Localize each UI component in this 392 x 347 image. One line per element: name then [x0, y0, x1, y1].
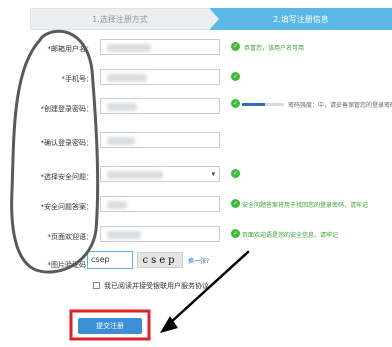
security-question-label: *选择安全问题：: [40, 173, 94, 181]
email-username-hint: 恭喜您，该用户名可用: [244, 45, 305, 52]
email-username-input[interactable]: [100, 39, 220, 55]
mobile-label: *手机号：: [61, 75, 94, 83]
agreement-checkbox[interactable]: [93, 282, 100, 289]
check-circle-icon: ✓: [231, 199, 240, 208]
captcha-image[interactable]: csep: [137, 252, 183, 268]
password-strength-track: [242, 103, 284, 106]
submit-button[interactable]: 提交注册: [78, 318, 142, 334]
mobile-input[interactable]: [100, 69, 220, 85]
check-circle-icon: ✓: [231, 229, 240, 238]
security-answer-label: *安全问题答案：: [40, 203, 94, 211]
annotation-arrow-head: [160, 316, 178, 333]
create-password-label: *创建登录密码：: [40, 105, 94, 113]
step-choose-method: 1.选择注册方式: [92, 14, 148, 24]
confirm-password-label: *确认登录密码：: [40, 139, 94, 147]
captcha-input[interactable]: csep: [87, 251, 133, 269]
step-fill-info: 2.填写注册信息: [209, 8, 392, 30]
check-circle-icon: ✓: [231, 72, 240, 81]
welcome-message-input[interactable]: [100, 226, 220, 242]
security-answer-input[interactable]: [100, 196, 220, 212]
email-username-label: *邮箱用户名：: [47, 45, 94, 53]
welcome-message-hint: 页面欢迎语是您的安全信息，请牢记: [242, 232, 339, 239]
check-circle-icon: ✓: [231, 99, 240, 108]
agreement-text[interactable]: 我已阅读并接受银联用户服务协议: [104, 281, 209, 291]
check-circle-icon: ✓: [231, 42, 240, 51]
captcha-label: *图片验证码：: [47, 261, 94, 269]
create-password-input[interactable]: [100, 98, 220, 114]
welcome-message-label: *页面欢迎语：: [47, 233, 94, 241]
check-circle-icon: ✓: [231, 169, 240, 178]
security-answer-hint: 安全问题答案将用于找回您的登录密码，请牢记: [242, 202, 369, 209]
password-strength-fill: [242, 103, 265, 106]
confirm-password-input[interactable]: [100, 132, 220, 148]
password-strength-hint: 密码强度：中，请妥善保管您的登录密码: [288, 102, 392, 109]
security-question-select[interactable]: ▾: [100, 166, 220, 182]
chevron-down-icon: ▾: [211, 170, 215, 178]
refresh-captcha-link[interactable]: 换一张?: [188, 256, 209, 265]
